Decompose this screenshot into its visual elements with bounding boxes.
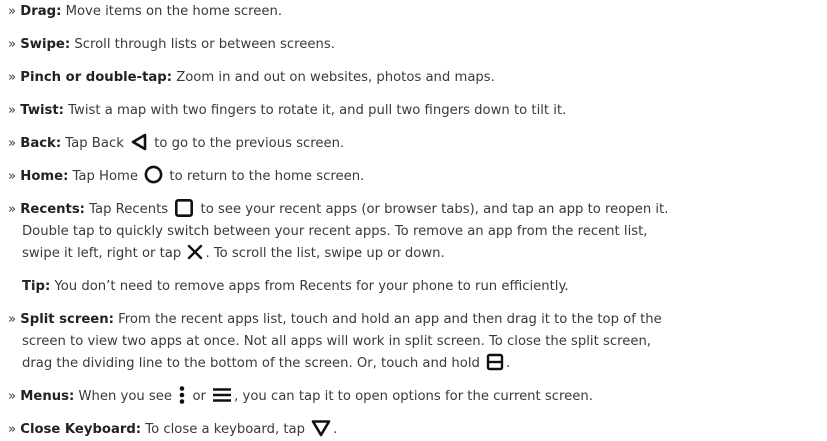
back-triangle-icon xyxy=(130,133,148,151)
item-text: . xyxy=(506,356,511,371)
item-text: To close a keyboard, tap xyxy=(145,422,305,437)
bullet: » xyxy=(8,136,17,151)
list-item-close-keyboard: » Close Keyboard: To close a keyboard, t… xyxy=(8,419,823,441)
term-pinch: Pinch or double-tap: xyxy=(20,70,172,85)
split-screen-continuation: drag the dividing line to the bottom of … xyxy=(8,353,823,375)
recents-continuation: Double tap to quickly switch between you… xyxy=(8,221,823,243)
list-item-home: » Home: Tap Home to return to the home s… xyxy=(8,165,823,188)
item-text: to return to the home screen. xyxy=(169,169,365,184)
bullet: » xyxy=(8,202,17,217)
list-item-split-screen: » Split screen: From the recent apps lis… xyxy=(8,309,823,331)
item-text: Scroll through lists or between screens. xyxy=(74,37,335,52)
term-split-screen: Split screen: xyxy=(20,312,114,327)
item-text: . xyxy=(333,422,338,437)
term-recents: Recents: xyxy=(20,202,85,217)
item-text: or xyxy=(192,389,206,404)
tip-note: Tip: You don’t need to remove apps from … xyxy=(8,276,823,298)
split-screen-continuation: screen to view two apps at once. Not all… xyxy=(8,331,823,353)
recents-square-icon xyxy=(174,198,194,218)
bullet: » xyxy=(8,169,17,184)
list-item-swipe: » Swipe: Scroll through lists or between… xyxy=(8,34,823,56)
item-text: Twist a map with two fingers to rotate i… xyxy=(68,103,567,118)
item-text: You don’t need to remove apps from Recen… xyxy=(54,279,569,294)
item-text: screen to view two apps at once. Not all… xyxy=(22,334,651,349)
down-triangle-icon xyxy=(311,419,331,437)
home-circle-icon xyxy=(144,165,163,184)
list-item-back: » Back: Tap Back to go to the previous s… xyxy=(8,133,823,155)
bullet: » xyxy=(8,422,17,437)
item-text: Double tap to quickly switch between you… xyxy=(22,224,648,239)
split-screen-icon xyxy=(486,353,504,371)
term-close-keyboard: Close Keyboard: xyxy=(20,422,142,437)
item-text: From the recent apps list, touch and hol… xyxy=(118,312,662,327)
item-text: . To scroll the list, swipe up or down. xyxy=(205,246,445,261)
bullet: » xyxy=(8,389,17,404)
item-text: Tap Home xyxy=(72,169,139,184)
term-swipe: Swipe: xyxy=(20,37,71,52)
item-text: to see your recent apps (or browser tabs… xyxy=(200,202,669,217)
term-twist: Twist: xyxy=(20,103,64,118)
term-menus: Menus: xyxy=(20,389,75,404)
term-drag: Drag: xyxy=(20,4,62,19)
item-text: When you see xyxy=(78,389,173,404)
item-text: Tap Back xyxy=(65,136,124,151)
recents-continuation: swipe it left, right or tap . To scroll … xyxy=(8,243,823,265)
list-item-menus: » Menus: When you see or , you can tap i… xyxy=(8,385,823,408)
item-text: , you can tap it to open options for the… xyxy=(234,389,593,404)
item-text: swipe it left, right or tap xyxy=(22,246,182,261)
bullet: » xyxy=(8,37,17,52)
item-text: Tap Recents xyxy=(89,202,169,217)
close-x-icon xyxy=(187,244,203,260)
term-home: Home: xyxy=(20,169,69,184)
more-vertical-icon xyxy=(178,385,186,405)
list-item-drag: » Drag: Move items on the home screen. xyxy=(8,1,823,23)
list-item-twist: » Twist: Twist a map with two fingers to… xyxy=(8,100,823,122)
item-text: Zoom in and out on websites, photos and … xyxy=(176,70,495,85)
term-tip: Tip: xyxy=(22,279,51,294)
bullet: » xyxy=(8,103,17,118)
list-item-pinch: » Pinch or double-tap: Zoom in and out o… xyxy=(8,67,823,89)
bullet: » xyxy=(8,70,17,85)
item-text: Move items on the home screen. xyxy=(65,4,283,19)
bullet: » xyxy=(8,4,17,19)
list-item-recents: » Recents: Tap Recents to see your recen… xyxy=(8,198,823,221)
item-text: to go to the previous screen. xyxy=(154,136,345,151)
term-back: Back: xyxy=(20,136,62,151)
item-text: drag the dividing line to the bottom of … xyxy=(22,356,480,371)
bullet: » xyxy=(8,312,17,327)
menu-icon xyxy=(212,387,232,403)
